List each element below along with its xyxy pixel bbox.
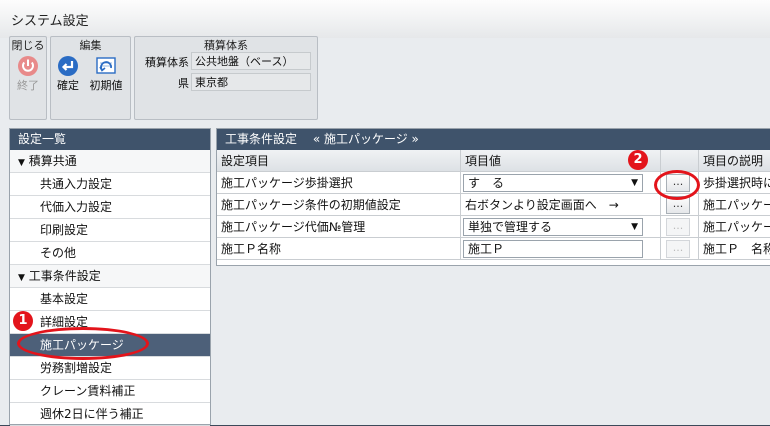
tree-collapse-icon[interactable]: ▼ (18, 273, 25, 283)
row-description: 施工パッケー (699, 216, 770, 238)
ribbon: 閉じる 終了 編集 確定 初期値 積算体系 積算体系 公共地盤（ベース） 県 東… (0, 36, 770, 126)
settings-list-header: 設定一覧 (10, 129, 210, 150)
prefecture-value: 東京都 (191, 73, 311, 91)
close-group-title: 閉じる (11, 39, 45, 52)
reset-label: 初期値 (89, 79, 123, 92)
estimate-system-row: 積算体系 公共地盤（ベース） (135, 52, 317, 72)
confirm-label: 確定 (57, 79, 79, 92)
select-value: 単独で管理する (468, 220, 553, 234)
settings-list-pane: 設定一覧 ▼ 積算共通 共通入力設定 代価入力設定 印刷設定 その他 ▼ 工事条… (9, 128, 211, 426)
tree-item-price-input[interactable]: 代価入力設定 (10, 196, 210, 219)
details-button-disabled: ... (666, 218, 690, 236)
estimate-group-title: 積算体系 (204, 39, 248, 52)
row-item-label: 施工Ｐ名称 (217, 238, 461, 260)
estimate-system-group: 積算体系 積算体系 公共地盤（ベース） 県 東京都 (134, 36, 318, 120)
tree-category-label: 積算共通 (28, 154, 77, 168)
tree-category-work-conditions[interactable]: ▼ 工事条件設定 (10, 265, 210, 288)
prefecture-row: 県 東京都 (135, 73, 317, 93)
title-bar: システム設定 (0, 0, 770, 39)
row-description: 施工Ｐ 名称 (699, 238, 770, 260)
price-number-select[interactable]: 単独で管理する ▼ (463, 218, 643, 236)
exit-label: 終了 (17, 79, 39, 92)
annotation-badge-2: 2 (628, 150, 648, 170)
column-header-button (661, 150, 699, 172)
row-button-cell: ... (661, 238, 699, 260)
confirm-button[interactable]: 確定 (54, 55, 82, 93)
tree-item-labor-premium[interactable]: 労務割増設定 (10, 357, 210, 380)
row-value-text: 右ボタンより設定画面へ → (465, 198, 619, 212)
row-value-cell: 右ボタンより設定画面へ → (461, 194, 661, 216)
tree-item-crane-rental[interactable]: クレーン賃料補正 (10, 380, 210, 403)
estimate-system-value: 公共地盤（ベース） (191, 52, 311, 70)
power-icon (18, 56, 38, 76)
input-value: 施工Ｐ (468, 242, 505, 256)
reset-icon (96, 57, 116, 74)
tree-item-other[interactable]: その他 (10, 242, 210, 265)
tree-item-basic[interactable]: 基本設定 (10, 288, 210, 311)
estimate-system-key: 積算体系 (145, 56, 189, 69)
annotation-ring-1 (17, 327, 149, 360)
system-settings-window: システム設定 閉じる 終了 編集 確定 初期値 積算体系 積算体系 公共地盤（ベ… (0, 0, 770, 426)
row-item-label: 施工パッケージ条件の初期値設定 (217, 194, 461, 216)
edit-group: 編集 確定 初期値 (50, 36, 131, 120)
reset-button[interactable]: 初期値 (86, 55, 126, 93)
edit-group-title: 編集 (79, 39, 102, 52)
select-value: す る (468, 176, 505, 190)
row-item-label: 施工パッケージ代価№管理 (217, 216, 461, 238)
annotation-badge-1: 1 (13, 311, 33, 331)
details-button-disabled: ... (666, 240, 690, 258)
tree-category-common[interactable]: ▼ 積算共通 (10, 150, 210, 173)
tree-item-print[interactable]: 印刷設定 (10, 219, 210, 242)
prefecture-key: 県 (178, 77, 189, 90)
confirm-icon (58, 56, 78, 76)
row-button-cell: ... (661, 216, 699, 238)
column-header-desc: 項目の説明 (699, 150, 770, 172)
exit-button[interactable]: 終了 (14, 55, 42, 93)
row-value-cell: 単独で管理する ▼ (461, 216, 661, 238)
package-selection-select[interactable]: す る ▼ (463, 174, 643, 192)
detail-header: 工事条件設定 « 施工パッケージ » (217, 129, 770, 150)
tree-collapse-icon[interactable]: ▼ (18, 158, 25, 168)
column-header-item: 設定項目 (217, 150, 461, 172)
dropdown-arrow-icon: ▼ (631, 222, 638, 232)
close-group: 閉じる 終了 (9, 36, 47, 120)
annotation-ring-2 (654, 170, 700, 200)
window-title: システム設定 (11, 14, 89, 29)
row-item-label: 施工パッケージ歩掛選択 (217, 172, 461, 194)
row-value-cell: 施工Ｐ (461, 238, 661, 260)
tree-item-common-input[interactable]: 共通入力設定 (10, 173, 210, 196)
dropdown-arrow-icon: ▼ (631, 178, 638, 188)
tree-category-label: 工事条件設定 (28, 269, 101, 283)
package-name-input[interactable]: 施工Ｐ (463, 240, 643, 258)
tree-item-weekly-holiday[interactable]: 週休2日に伴う補正 (10, 403, 210, 426)
row-description: 施工パッケー (699, 194, 770, 216)
row-value-cell: す る ▼ (461, 172, 661, 194)
row-description: 歩掛選択時に (699, 172, 770, 194)
